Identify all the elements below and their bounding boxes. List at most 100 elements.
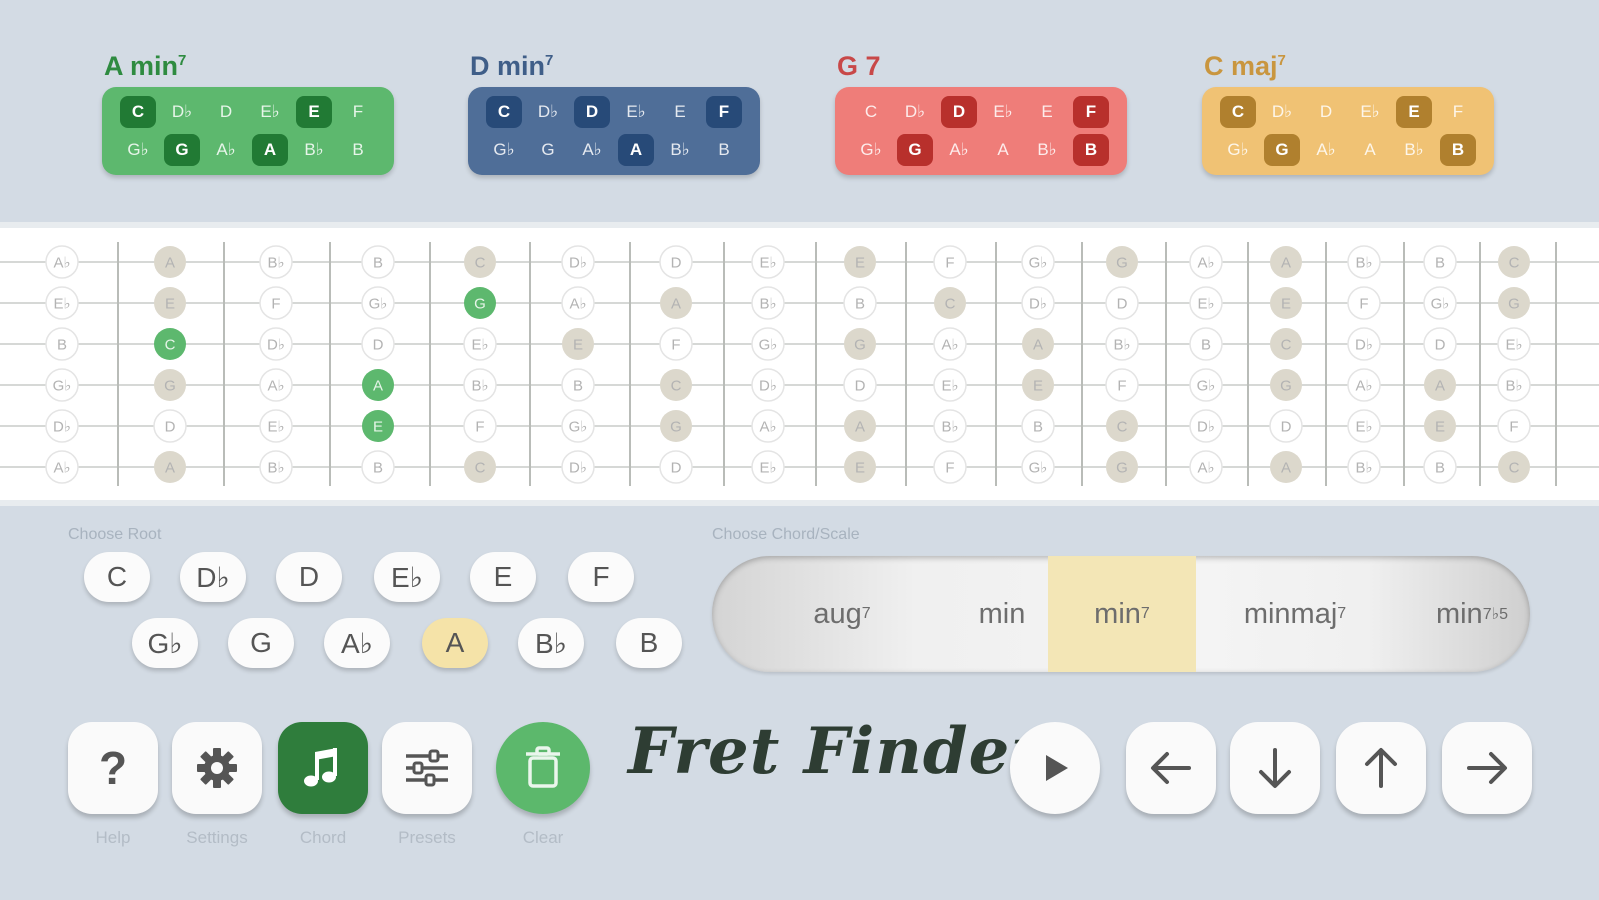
fret-note[interactable]: E [362,410,394,442]
fret-note[interactable]: B [361,450,395,484]
fret-note[interactable]: D [843,368,877,402]
fret-note[interactable]: E [1022,369,1054,401]
fret-note[interactable]: D [659,245,693,279]
fret-note[interactable]: E♭ [1189,286,1223,320]
fret-note[interactable]: B [561,368,595,402]
fret-note[interactable]: B♭ [751,286,785,320]
fret-note[interactable]: G [660,410,692,442]
fret-note[interactable]: E♭ [259,409,293,443]
fret-note[interactable]: F [933,450,967,484]
fret-note[interactable]: G [464,287,496,319]
fret-note[interactable]: D♭ [1189,409,1223,443]
fret-note[interactable]: G [154,369,186,401]
fret-note[interactable]: B [361,245,395,279]
fret-note[interactable]: D♭ [1347,327,1381,361]
down-button[interactable] [1230,722,1320,814]
root-button[interactable]: D [276,552,342,602]
fret-note[interactable]: A [154,451,186,483]
fret-note[interactable]: E♭ [1497,327,1531,361]
presets-button[interactable] [382,722,472,814]
fret-note[interactable]: F [659,327,693,361]
chord-type-option[interactable]: aug 7 [762,556,922,672]
root-button[interactable]: G [228,618,294,668]
fret-note[interactable]: A♭ [1189,450,1223,484]
chord-button[interactable] [278,722,368,814]
fret-note[interactable]: G [844,328,876,360]
fret-note[interactable]: D♭ [1021,286,1055,320]
fret-note[interactable]: D♭ [259,327,293,361]
fret-note[interactable]: E♭ [751,450,785,484]
fret-note[interactable]: B♭ [259,245,293,279]
fret-note[interactable]: B♭ [1347,245,1381,279]
fret-note[interactable]: F [933,245,967,279]
fret-note[interactable]: C [1498,451,1530,483]
fret-note[interactable]: F [463,409,497,443]
root-button[interactable]: G♭ [132,618,198,668]
fretboard-svg[interactable]: A♭ A B♭ B C D♭ D E♭ E F G♭ G A♭ A B♭ B C E♭ E F G♭ G A♭ A B♭ B C D♭… [0,228,1599,500]
fret-note[interactable]: C [1270,328,1302,360]
fret-note[interactable]: C [934,287,966,319]
chord-card-c-maj7[interactable]: C maj7 C D♭ D E♭ E F G♭ G A♭ A B♭ B [1202,44,1494,175]
help-button[interactable]: ? [68,722,158,814]
fret-note[interactable]: G [1270,369,1302,401]
settings-button[interactable] [172,722,262,814]
fret-note[interactable]: A♭ [1347,368,1381,402]
chord-type-option[interactable]: min 7 [1048,556,1196,672]
fret-note[interactable]: D [659,450,693,484]
root-button[interactable]: A♭ [324,618,390,668]
fret-note[interactable]: A♭ [933,327,967,361]
fret-note[interactable]: A♭ [751,409,785,443]
fret-note[interactable]: F [1497,409,1531,443]
fret-note[interactable]: C [1498,246,1530,278]
fret-note[interactable]: A [154,246,186,278]
fret-note[interactable]: D♭ [561,450,595,484]
play-button[interactable] [1010,722,1100,814]
clear-button[interactable] [496,722,590,814]
fret-note[interactable]: D [361,327,395,361]
fret-note[interactable]: G♭ [561,409,595,443]
fret-note[interactable]: D [1269,409,1303,443]
fret-note[interactable]: E♭ [933,368,967,402]
fret-note[interactable]: C [464,246,496,278]
fret-note[interactable]: D [1423,327,1457,361]
fret-note[interactable]: B [843,286,877,320]
fret-note[interactable]: D♭ [45,409,79,443]
fret-note[interactable]: G♭ [751,327,785,361]
fret-note[interactable]: G [1498,287,1530,319]
fret-note[interactable]: B [1021,409,1055,443]
previous-button[interactable] [1126,722,1216,814]
chord-type-option[interactable]: minmaj 7 [1196,556,1394,672]
fret-note[interactable]: C [660,369,692,401]
fret-note[interactable]: A♭ [1189,245,1223,279]
root-button[interactable]: F [568,552,634,602]
fret-note[interactable]: A♭ [45,245,79,279]
fret-note[interactable]: B♭ [463,368,497,402]
fret-note[interactable]: D♭ [751,368,785,402]
fret-note[interactable]: E♭ [45,286,79,320]
fret-note[interactable]: A♭ [561,286,595,320]
fret-note[interactable]: A [660,287,692,319]
fret-note[interactable]: A [1022,328,1054,360]
fret-note[interactable]: E♭ [463,327,497,361]
fret-note[interactable]: G♭ [45,368,79,402]
fret-note[interactable]: A [1270,451,1302,483]
fret-note[interactable]: E [1424,410,1456,442]
fret-note[interactable]: E♭ [751,245,785,279]
chord-type-option[interactable]: min 7♭5 [1392,556,1530,672]
fret-note[interactable]: B [45,327,79,361]
fret-note[interactable]: C [464,451,496,483]
root-button[interactable]: C [84,552,150,602]
fret-note[interactable]: A [1424,369,1456,401]
root-button[interactable]: E♭ [374,552,440,602]
chord-card-a-min7[interactable]: A min7 C D♭ D E♭ E F G♭ G A♭ A B♭ B [102,44,394,175]
fret-note[interactable]: B [1423,450,1457,484]
root-button[interactable]: A [422,618,488,668]
fret-note[interactable]: G [1106,246,1138,278]
fret-note[interactable]: B [1423,245,1457,279]
fret-note[interactable]: F [1347,286,1381,320]
fret-note[interactable]: E [562,328,594,360]
fret-note[interactable]: B [1189,327,1223,361]
fret-note[interactable]: C [154,328,186,360]
fret-note[interactable]: A♭ [259,368,293,402]
fret-note[interactable]: E♭ [1347,409,1381,443]
